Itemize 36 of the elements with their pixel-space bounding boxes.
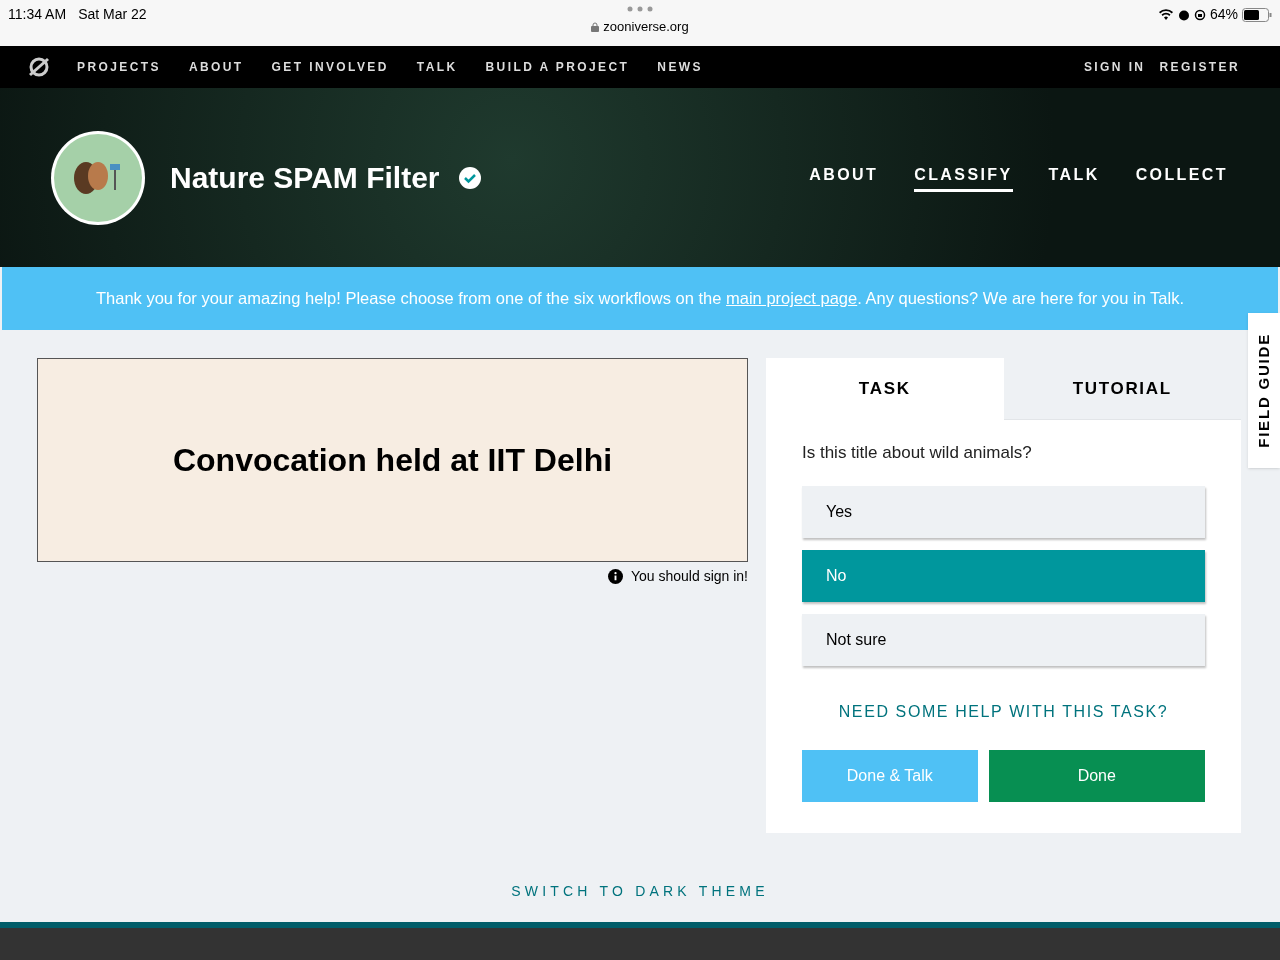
project-tab[interactable]: COLLECT [1135,163,1228,192]
task-help-link[interactable]: NEED SOME HELP WITH THIS TASK? [802,699,1205,724]
clock-time: 11:34 AM [8,5,67,24]
panel-tab[interactable]: TUTORIAL [1003,358,1241,420]
date-text: Sat Mar 22 [78,5,147,24]
field-guide-tab[interactable]: FIELD GUIDE [1248,313,1280,468]
project-tab[interactable]: TALK [1048,163,1100,192]
more-dots-icon [627,6,653,12]
nav-link[interactable]: GET INVOLVED [271,58,389,76]
project-tab[interactable]: ABOUT [809,163,879,192]
banner-message: Thank you for your amazing help! Please choose from one of the six workflows on the main project page. Any questions? We are here for you in Talk. [95,288,1185,310]
subject-text: Convocation held at IIT Delhi [172,441,613,480]
battery-icon [1242,7,1272,22]
done-button[interactable]: Done [988,749,1205,802]
lock-icon [591,21,600,32]
sign-in-note: You should sign in! [630,567,748,586]
account-link[interactable]: SIGN IN [1083,58,1146,76]
task-question: Is this title about wild animals? [802,442,1033,464]
project-title: Nature SPAM Filter [170,160,440,196]
nav-link[interactable]: PROJECTS [77,58,161,76]
project-tab[interactable]: CLASSIFY [914,163,1013,192]
url-text: zooniverse.org [603,18,689,36]
rotation-lock-icon [1193,8,1206,21]
account-link[interactable]: REGISTER [1159,58,1240,76]
nav-link[interactable]: ABOUT [188,58,244,76]
battery-percentage: 64% [1209,5,1238,24]
answer-option[interactable]: Yes [802,485,1205,538]
answer-option[interactable]: Not sure [802,613,1205,666]
nav-link[interactable]: NEWS [657,58,703,76]
info-icon [607,569,623,584]
answer-option[interactable]: No [802,549,1205,602]
nav-link[interactable]: BUILD A PROJECT [485,58,630,76]
dark-theme-toggle[interactable]: SWITCH TO DARK THEME [511,881,769,902]
wifi-icon [1157,8,1174,21]
zooniverse-logo[interactable] [28,56,50,78]
nav-link[interactable]: TALK [416,58,458,76]
